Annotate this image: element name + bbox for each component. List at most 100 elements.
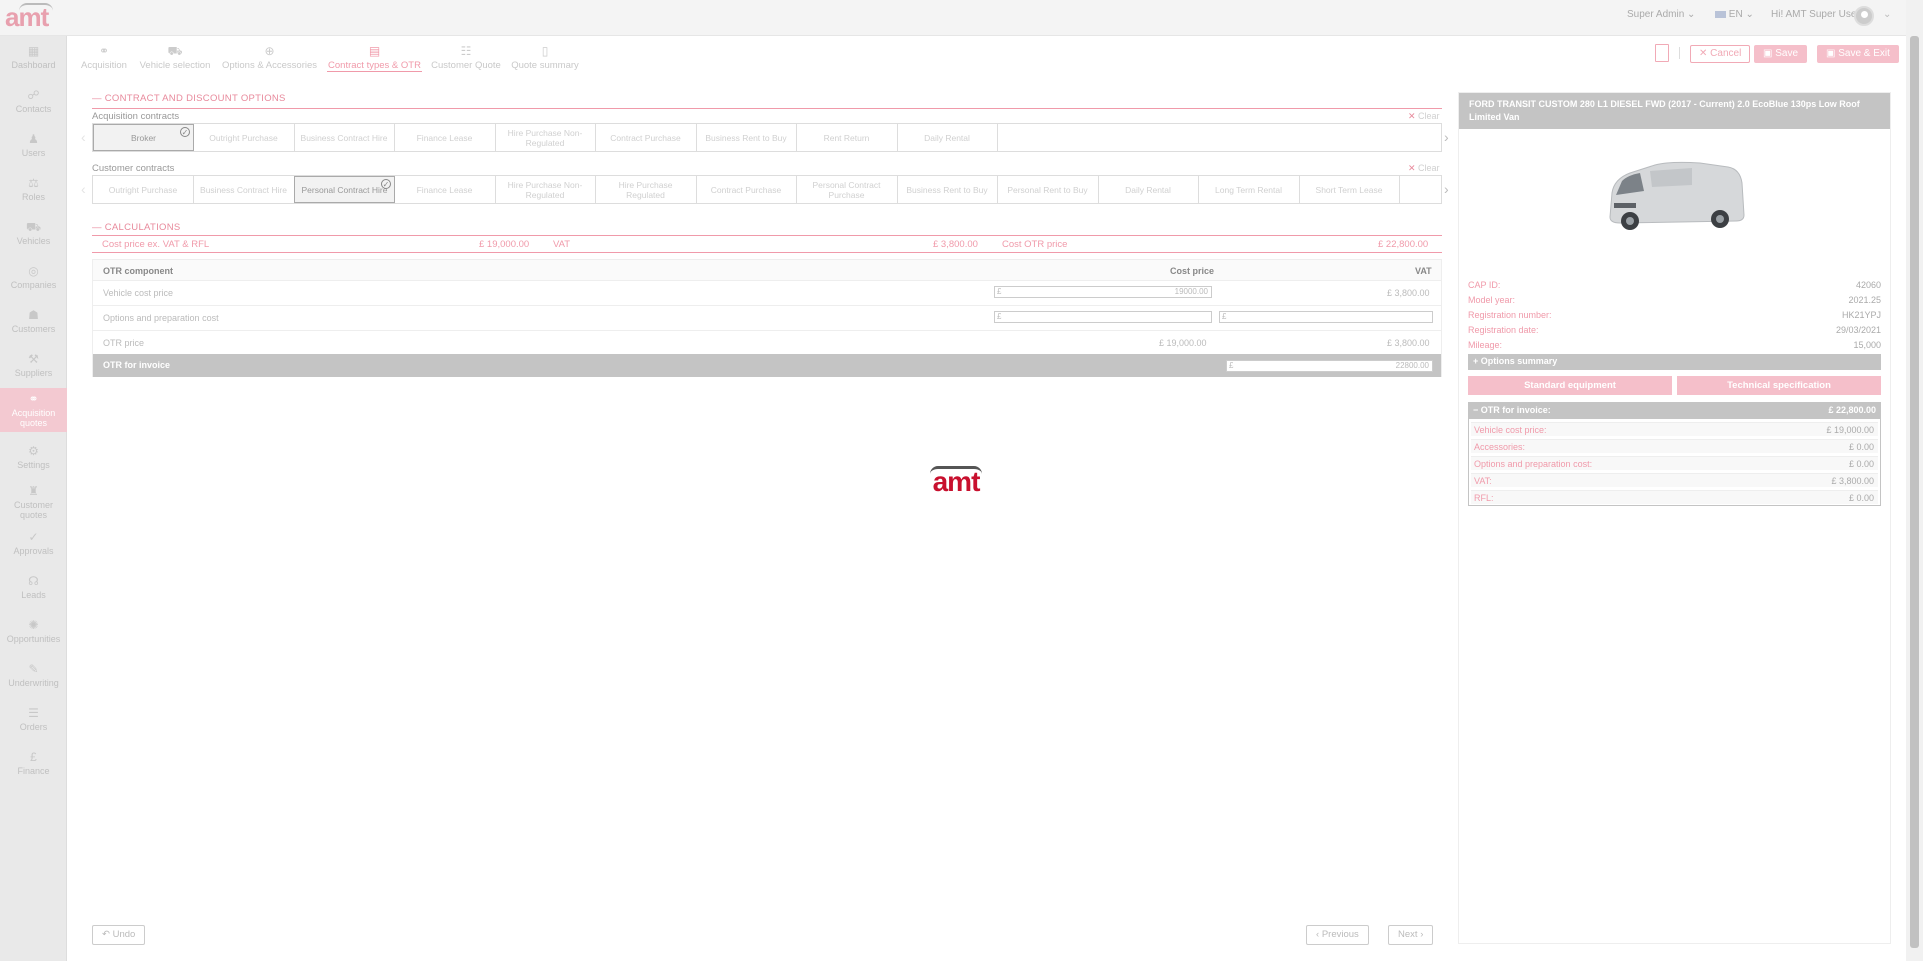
sidebar-item-orders[interactable]: ☰ Orders xyxy=(0,702,67,742)
contract-tile[interactable]: Personal Contract Hire ✓ xyxy=(294,176,395,203)
contract-tile[interactable]: Business Rent to Buy xyxy=(897,176,998,203)
otr-component-header: OTR component xyxy=(103,266,173,276)
contract-tile[interactable]: Business Rent to Buy xyxy=(696,124,797,151)
contract-tile[interactable]: Hire Purchase Non-Regulated xyxy=(495,124,596,151)
step-options-accessories[interactable]: ⊕ Options & Accessories xyxy=(221,44,318,71)
options-vat-input[interactable]: £ xyxy=(1219,311,1433,323)
contract-tile[interactable]: Finance Lease xyxy=(395,176,496,203)
contract-tile-label: Personal Rent to Buy xyxy=(1007,184,1088,195)
sidebar-item-settings[interactable]: ⚙ Settings xyxy=(0,440,67,480)
detail-value: 15,000 xyxy=(1853,340,1881,350)
sidebar-item-contacts[interactable]: ☍ Contacts xyxy=(0,84,67,124)
otr-breakdown-header[interactable]: − OTR for invoice: £ 22,800.00 xyxy=(1469,403,1880,419)
contract-tile[interactable]: Broker ✓ xyxy=(93,124,194,151)
sidebar-item-opportunities[interactable]: ✺ Opportunities xyxy=(0,614,67,654)
contract-tile[interactable]: Hire Purchase Non-Regulated xyxy=(495,176,596,203)
otr-invoice-input[interactable]: £22800.00 xyxy=(1226,360,1433,372)
contract-tile[interactable]: Daily Rental xyxy=(897,124,998,151)
cost-price-header: Cost price xyxy=(1170,266,1215,276)
step-quote-summary[interactable]: ▯ Quote summary xyxy=(510,44,580,71)
sidebar-item-leads[interactable]: ☊ Leads xyxy=(0,570,67,610)
contract-tile[interactable]: Outright Purchase xyxy=(194,124,295,151)
contract-tile[interactable] xyxy=(1400,176,1442,203)
user-greeting[interactable]: Hi! AMT Super User xyxy=(1771,9,1860,20)
chevron-left-icon[interactable]: ‹ xyxy=(81,129,86,145)
calculations-title: CALCULATIONS xyxy=(92,222,181,233)
gear-icon: ⚙ xyxy=(28,444,39,458)
contract-tile[interactable]: Contract Purchase xyxy=(696,176,797,203)
chevron-left-icon[interactable]: ‹ xyxy=(81,181,86,197)
next-button[interactable]: Next › xyxy=(1388,925,1434,945)
save-exit-button[interactable]: ▣ Save & Exit xyxy=(1817,45,1899,63)
previous-button[interactable]: ‹ Previous xyxy=(1306,925,1369,945)
sidebar-item-companies[interactable]: ◎ Companies xyxy=(0,260,67,300)
technical-specification-button[interactable]: Technical specification xyxy=(1677,376,1881,395)
contract-tile-label: Personal Contract Purchase xyxy=(812,179,881,200)
undo-button[interactable]: ↶ Undo xyxy=(92,925,146,945)
contract-tile[interactable]: Hire Purchase Regulated xyxy=(596,176,697,203)
contract-tile[interactable]: Contract Purchase xyxy=(596,124,697,151)
clear-customer-button[interactable]: Clear xyxy=(1408,163,1440,174)
options-cost-input[interactable]: £ xyxy=(994,311,1212,323)
chevron-down-icon[interactable]: ⌄ xyxy=(1883,9,1891,20)
check-circle-icon: ✓ xyxy=(180,127,190,137)
contract-tile[interactable]: Business Contract Hire xyxy=(194,176,295,203)
otr-table: OTR component Cost price VAT Vehicle cos… xyxy=(92,259,1442,377)
row-label: Vehicle cost price xyxy=(103,288,174,298)
step-contract-types-otr[interactable]: ▤ Contract types & OTR xyxy=(327,44,422,72)
clear-acquisition-button[interactable]: Clear xyxy=(1408,111,1440,122)
avatar[interactable] xyxy=(1854,6,1874,26)
contract-tile[interactable]: Personal Rent to Buy xyxy=(998,176,1099,203)
sidebar-item-dashboard[interactable]: ▦ Dashboard xyxy=(0,40,67,80)
chevron-right-icon[interactable]: › xyxy=(1444,129,1449,145)
sidebar-item-customers[interactable]: ☗ Customers xyxy=(0,304,67,344)
vehicle-detail-row: Registration number: HK21YPJ xyxy=(1468,310,1881,320)
contract-tile[interactable]: Daily Rental xyxy=(1098,176,1199,203)
sidebar-item-suppliers[interactable]: ⚒ Suppliers xyxy=(0,348,67,388)
cancel-button[interactable]: ✕ Cancel xyxy=(1690,45,1751,63)
options-summary-label: Options summary xyxy=(1480,356,1558,366)
sidebar-item-users[interactable]: ♟ Users xyxy=(0,128,67,168)
options-summary-toggle[interactable]: + Options summary xyxy=(1468,354,1881,370)
sidebar-item-approvals[interactable]: ✓ Approvals xyxy=(0,526,67,566)
language-dropdown[interactable]: EN ⌄ xyxy=(1715,9,1754,20)
contract-tile[interactable]: Short Term Lease xyxy=(1299,176,1400,203)
contract-tile-label: Business Contract Hire xyxy=(200,184,287,195)
step-label: Acquisition xyxy=(81,60,127,71)
table-row: OTR price £ 19,000.00 £ 3,800.00 xyxy=(93,330,1441,355)
sidebar-item-vehicles[interactable]: ⛟ Vehicles xyxy=(0,216,67,256)
contract-tile[interactable]: Rent Return xyxy=(797,124,898,151)
chevron-right-icon[interactable]: › xyxy=(1444,181,1449,197)
standard-equipment-button[interactable]: Standard equipment xyxy=(1468,376,1672,395)
role-dropdown[interactable]: Super Admin ⌄ xyxy=(1627,9,1695,20)
sidebar-item-label: Users xyxy=(21,148,46,158)
sidebar-item-underwriting[interactable]: ✎ Underwriting xyxy=(0,658,67,698)
breakdown-value: £ 0.00 xyxy=(1848,442,1874,452)
sidebar-item-finance[interactable]: £ Finance xyxy=(0,746,67,786)
breakdown-row: VAT: £ 3,800.00 xyxy=(1471,473,1878,487)
vehicle-cost-input[interactable]: £19000.00 xyxy=(994,286,1212,298)
step-vehicle-selection[interactable]: ⛟ Vehicle selection xyxy=(138,44,212,71)
flag-icon xyxy=(1715,10,1726,18)
contract-tile-label: Contract Purchase xyxy=(710,184,782,195)
leads-icon: ☊ xyxy=(28,574,39,588)
detail-value: 42060 xyxy=(1855,280,1881,290)
save-button[interactable]: ▣ Save xyxy=(1754,45,1808,63)
step-label: Vehicle selection xyxy=(139,60,211,71)
contract-tile[interactable]: Business Contract Hire xyxy=(294,124,395,151)
sidebar-item-acquisition-quotes[interactable]: ⚭ Acquisition quotes xyxy=(0,388,67,432)
step-acquisition[interactable]: ⚭ Acquisition xyxy=(80,44,128,71)
sidebar-item-roles[interactable]: ⚖ Roles xyxy=(0,172,67,212)
scrollbar-thumb[interactable] xyxy=(1910,36,1919,948)
contract-tile[interactable]: Finance Lease xyxy=(395,124,496,151)
app-logo[interactable]: amt xyxy=(5,3,61,30)
dashboard-icon: ▦ xyxy=(27,44,40,58)
divider xyxy=(1679,47,1680,59)
document-icon[interactable] xyxy=(1655,44,1669,62)
contract-tile[interactable]: Long Term Rental xyxy=(1199,176,1300,203)
contract-tile[interactable]: Outright Purchase xyxy=(93,176,194,203)
step-customer-quote[interactable]: ☷ Customer Quote xyxy=(430,44,502,71)
sidebar-item-customer-quotes[interactable]: ♜ Customer quotes xyxy=(0,480,67,520)
undo-icon: ↶ xyxy=(102,929,110,940)
contract-tile[interactable]: Personal Contract Purchase xyxy=(797,176,898,203)
